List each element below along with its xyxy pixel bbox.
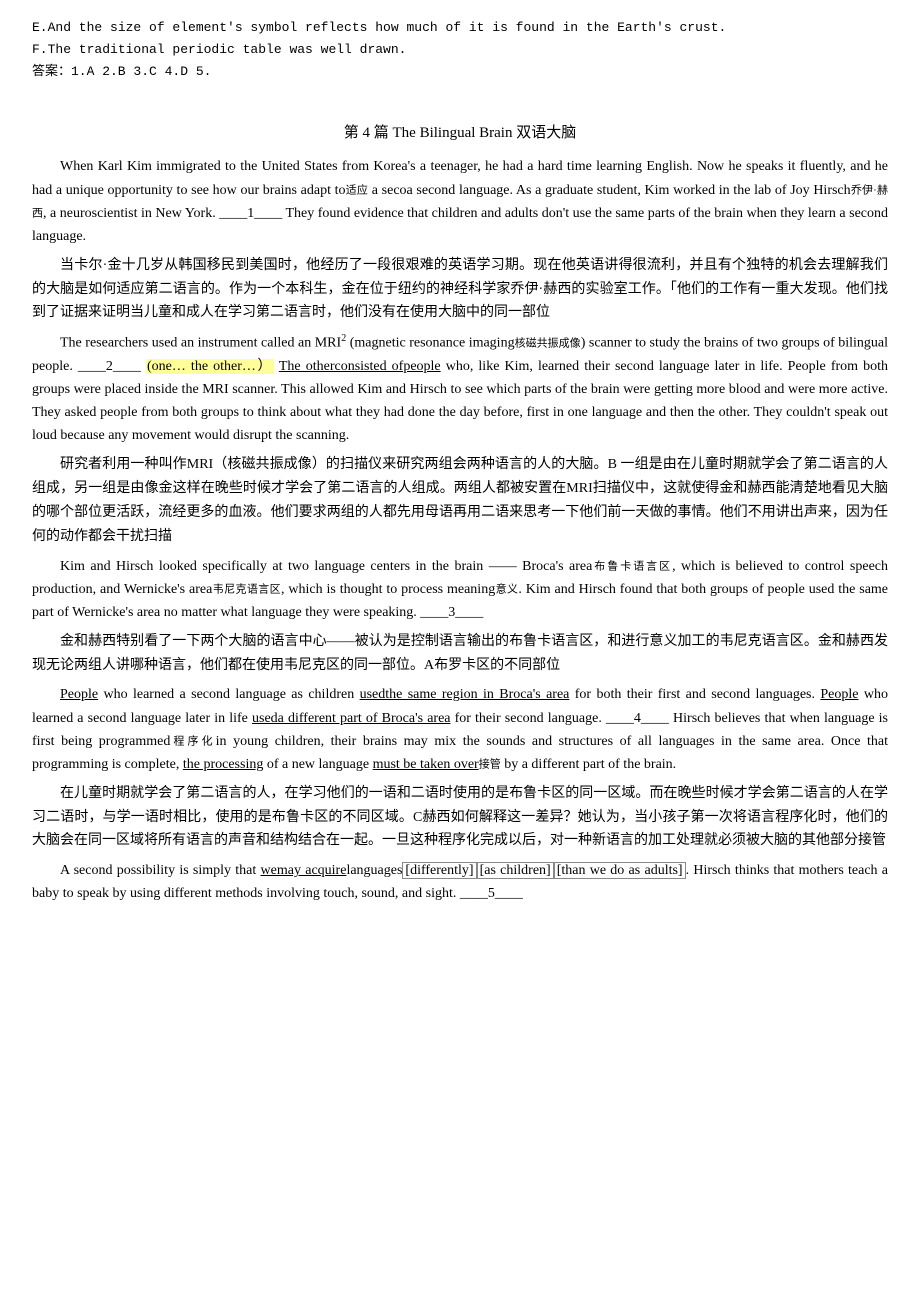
p3-text-3: , which is thought to process meaning xyxy=(281,582,495,597)
p5-bracket-3: [than we do as adults] xyxy=(554,862,686,879)
line-f: F.The traditional periodic table was wel… xyxy=(32,40,888,60)
p4-text-7: by a different part of the brain. xyxy=(501,757,676,772)
paragraph-3-cn: 金和赫西特别看了一下两个大脑的语言中心——被认为是控制语言输出的布鲁卡语言区，和… xyxy=(32,630,888,678)
p2-sup: 2 xyxy=(341,333,346,344)
paragraph-4-en: People who learned a second language as … xyxy=(32,683,888,775)
p4-underline-2: useda different part of Broca's area xyxy=(252,711,451,726)
p5-text-2: languages xyxy=(346,863,402,878)
p4-underline-4: must be taken over xyxy=(373,757,479,772)
p1-text-3: , a neuroscientist in New York. ____1___… xyxy=(32,206,888,244)
p2-highlight: (one… the other…） xyxy=(146,359,274,374)
paragraph-2-cn: 研究者利用一种叫作MRI（核磁共振成像）的扫描仪来研究两组会两种语言的人的大脑。… xyxy=(32,453,888,548)
p3-sup-2: 韦尼克语言区 xyxy=(212,583,281,595)
p2-underline: The otherconsisted ofpeople xyxy=(279,359,441,374)
p4-text-2: for both their first and second language… xyxy=(569,687,820,702)
p2-cn-sup: 核磁共振成像 xyxy=(515,338,581,350)
p3-text-1: Kim and Hirsch looked specifically at tw… xyxy=(60,559,592,574)
section-title: 第 4 篇 The Bilingual Brain 双语大脑 xyxy=(32,121,888,145)
p5-underline-1: wemay acquire xyxy=(261,863,347,878)
paragraph-3-en: Kim and Hirsch looked specifically at tw… xyxy=(32,555,888,624)
p1-text-2: a secoa second language. As a graduate s… xyxy=(372,183,851,198)
p3-sup-1: 布鲁卡语言区 xyxy=(592,560,672,572)
line-e: E.And the size of element's symbol refle… xyxy=(32,18,888,38)
paragraph-1-en: When Karl Kim immigrated to the United S… xyxy=(32,155,888,247)
p4-people-1: People xyxy=(60,687,98,702)
paragraph-5-en: A second possibility is simply that wema… xyxy=(32,859,888,905)
page-content: E.And the size of element's symbol refle… xyxy=(32,18,888,905)
p5-text-1: A second possibility is simply that xyxy=(60,863,261,878)
p5-bracket-1: [differently] xyxy=(402,862,476,879)
p5-bracket-2: [as children] xyxy=(477,862,554,879)
p4-text-6: of a new language xyxy=(263,757,372,772)
p2-text-2: (magnetic resonance imaging xyxy=(350,336,515,351)
paragraph-4-cn: 在儿童时期就学会了第二语言的人，在学习他们的一语和二语时使用的是布鲁卡区的同一区… xyxy=(32,782,888,853)
p4-underline-3: the processing xyxy=(183,757,263,772)
answer-line: 答案：1.A 2.B 3.C 4.D 5. xyxy=(32,62,888,83)
p4-text-1: who learned a second language as childre… xyxy=(98,687,359,702)
p1-sup-1: 适应 xyxy=(346,184,369,196)
paragraph-2-en: The researchers used an instrument calle… xyxy=(32,331,888,447)
p4-sup-1: 程序化 xyxy=(170,735,215,747)
p4-sup-2: 接管 xyxy=(479,758,501,770)
p3-sup-3: 意义 xyxy=(495,583,518,595)
p4-underline-1: usedthe same region in Broca's area xyxy=(360,687,570,702)
p2-text-1: The researchers used an instrument calle… xyxy=(60,336,341,351)
paragraph-1-cn: 当卡尔·金十几岁从韩国移民到美国时，他经历了一段很艰难的英语学习期。现在他英语讲… xyxy=(32,254,888,325)
p4-people-2: People xyxy=(820,687,858,702)
